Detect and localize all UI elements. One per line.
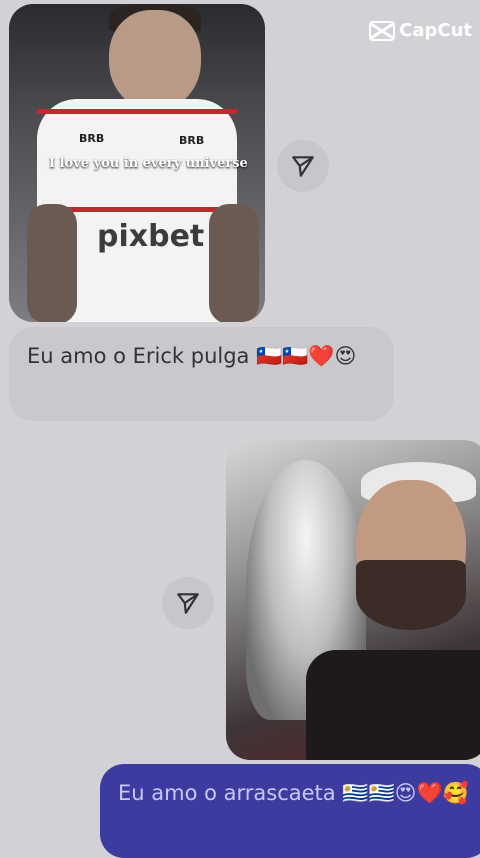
message-text: Eu amo o arrascaeta 🇺🇾🇺🇾😍❤️🥰: [118, 781, 469, 805]
message-text: Eu amo o Erick pulga 🇨🇱🇨🇱❤️😍: [27, 344, 357, 368]
send-button[interactable]: [277, 140, 329, 192]
incoming-text-message[interactable]: Eu amo o Erick pulga 🇨🇱🇨🇱❤️😍: [9, 327, 394, 421]
photo-arm: [209, 204, 259, 322]
photo-jersey: [306, 650, 480, 760]
capcut-brand-text: CapCut: [399, 20, 472, 41]
send-button[interactable]: [162, 577, 214, 629]
send-arrow-icon: [292, 156, 314, 177]
send-arrow-icon: [177, 593, 199, 614]
jersey-stripe: [37, 109, 237, 114]
jersey-sponsor-small: BRB: [79, 132, 105, 145]
photo-beard: [356, 560, 466, 630]
jersey-sponsor: pixbet: [97, 219, 205, 254]
photo-overlay-caption: I love you in every universe: [49, 156, 248, 171]
outgoing-photo-message[interactable]: [226, 440, 480, 760]
incoming-photo-message[interactable]: pixbet BRB BRB I love you in every unive…: [9, 4, 265, 322]
jersey-sponsor-small: BRB: [179, 134, 205, 147]
outgoing-text-message[interactable]: Eu amo o arrascaeta 🇺🇾🇺🇾😍❤️🥰: [100, 764, 480, 858]
capcut-watermark: CapCut: [369, 20, 472, 41]
capcut-logo-icon: [369, 20, 396, 41]
photo-head: [109, 10, 201, 110]
photo-arm: [27, 204, 77, 322]
